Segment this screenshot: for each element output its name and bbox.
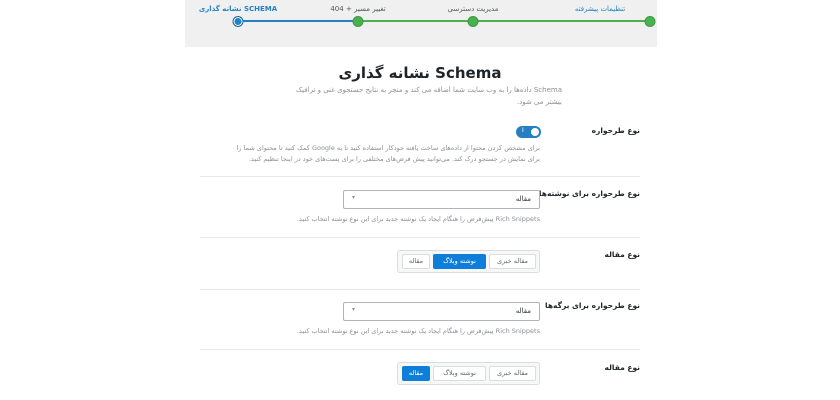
schema-type-toggle[interactable]: I xyxy=(516,126,541,138)
pages-option-blog-post[interactable]: نوشته وبلاگ xyxy=(433,366,486,381)
step-schema-markup[interactable]: نشانه گذاری SCHEMA xyxy=(199,5,277,13)
step-dot-role-manager[interactable] xyxy=(467,16,479,27)
stepper-line-current xyxy=(238,20,358,22)
pages-schema-help: Rich Snippets پیش‌فرض را هنگام ایجاد یک … xyxy=(296,327,540,335)
pages-schema-label: نوع طرحواره برای برگه‌ها xyxy=(545,301,640,310)
chevron-down-icon: ▾ xyxy=(352,306,356,313)
chevron-down-icon: ▾ xyxy=(352,194,356,201)
divider xyxy=(200,237,640,238)
posts-schema-value: مقاله xyxy=(515,195,531,203)
posts-schema-help: Rich Snippets پیش‌فرض را هنگام ایجاد یک … xyxy=(296,215,540,223)
posts-schema-select[interactable]: مقاله ▾ xyxy=(343,190,540,209)
step-role-manager[interactable]: مدیریت دسترسی xyxy=(448,5,499,13)
pages-article-type-group: مقاله نوشته وبلاگ مقاله خبری xyxy=(397,362,540,385)
page-title: نشانه گذاری Schema xyxy=(338,64,502,82)
divider xyxy=(200,176,640,177)
step-advanced-settings[interactable]: تنظیمات پیشرفته xyxy=(575,5,625,13)
page-description: Schema داده‌ها را به وب سایت شما اضافه م… xyxy=(272,84,562,108)
schema-help-line-1: برای مشخص کردن محتوا از داده‌های ساخت یا… xyxy=(236,144,540,152)
posts-article-type-group: مقاله نوشته وبلاگ مقاله خبری xyxy=(397,250,540,273)
divider xyxy=(200,289,640,290)
step-dot-redirects[interactable] xyxy=(352,16,364,27)
schema-help-line-2: برای نمایش در جستجو درک کند. می‌توانید پ… xyxy=(248,155,540,163)
posts-option-blog-post[interactable]: نوشته وبلاگ xyxy=(433,254,486,269)
step-404-redirects[interactable]: 404 + تغییر مسیر xyxy=(330,5,385,13)
pages-article-type-label: نوع مقاله xyxy=(604,363,640,372)
pages-schema-value: مقاله xyxy=(515,307,531,315)
description-line-2: بیشتر می شود. xyxy=(516,98,562,106)
divider xyxy=(200,349,640,350)
posts-option-news-article[interactable]: مقاله خبری xyxy=(489,254,536,269)
posts-article-type-label: نوع مقاله xyxy=(604,250,640,259)
toggle-knob xyxy=(531,128,539,136)
step-dot-advanced[interactable] xyxy=(644,16,656,27)
posts-option-article[interactable]: مقاله xyxy=(402,254,430,269)
toggle-on-mark: I xyxy=(522,127,524,134)
step-dot-schema[interactable] xyxy=(232,16,244,27)
schema-type-label: نوع طرحواره xyxy=(591,126,640,135)
posts-schema-label: نوع طرحواره برای نوشته‌ها xyxy=(538,189,640,198)
pages-schema-select[interactable]: مقاله ▾ xyxy=(343,302,540,321)
setup-stepper: تنظیمات پیشرفته مدیریت دسترسی 404 + تغیی… xyxy=(185,0,657,47)
schema-type-help: برای مشخص کردن محتوا از داده‌های ساخت یا… xyxy=(200,143,540,165)
description-line-1: Schema داده‌ها را به وب سایت شما اضافه م… xyxy=(295,86,562,94)
pages-option-article[interactable]: مقاله xyxy=(402,366,430,381)
pages-option-news-article[interactable]: مقاله خبری xyxy=(489,366,536,381)
